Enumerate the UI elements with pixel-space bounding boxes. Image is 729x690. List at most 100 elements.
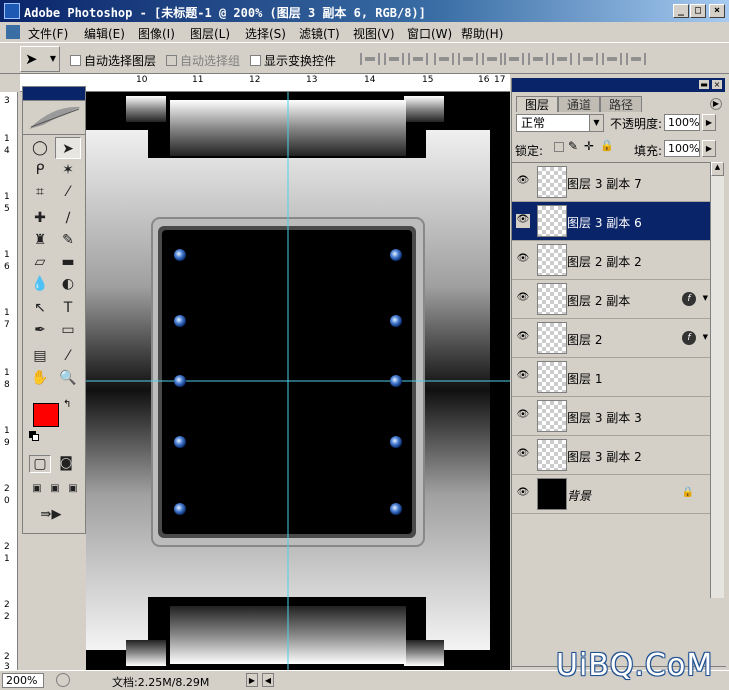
feather-logo-icon[interactable] [23,101,85,135]
marquee-tool-icon[interactable]: ◯ [27,137,53,159]
opacity-input[interactable]: 100% [664,114,700,131]
tab-layers[interactable]: 图层 [516,96,559,112]
eye-icon[interactable]: 👁 [516,214,530,228]
eye-icon[interactable]: 👁 [516,370,530,384]
brush-tool-icon[interactable]: ∕ [55,207,81,229]
menu-filter[interactable]: 滤镜(T) [299,25,340,42]
distribute-right-icon[interactable] [626,53,646,65]
toolbox-header[interactable] [23,87,85,101]
notes-tool-icon[interactable]: ▤ [27,345,53,367]
eye-icon[interactable]: 👁 [516,448,530,462]
lock-all-icon[interactable]: 🔒 [600,139,614,152]
screen-mode-full-icon[interactable]: ▣ [65,481,81,497]
zoom-input[interactable]: 200% [2,673,44,688]
panel-close-button[interactable]: × [712,80,722,89]
eye-icon[interactable]: 👁 [516,175,530,189]
lock-image-icon[interactable]: ✎ [568,139,578,153]
jump-to-imageready-icon[interactable]: ⇛▶ [31,505,71,525]
distribute-left-icon[interactable] [578,53,598,65]
layer-row[interactable]: 👁 图层 3 副本 7 [512,163,710,202]
status-icon[interactable] [56,673,70,687]
document-canvas[interactable] [86,92,510,670]
foreground-color-swatch[interactable] [33,403,59,427]
eye-icon[interactable]: 👁 [516,487,530,501]
dodge-tool-icon[interactable]: ◐ [55,273,81,295]
layers-scrollbar[interactable]: ▲ [710,162,724,598]
blend-mode-select[interactable]: 正常 ▼ [516,114,604,132]
eye-icon[interactable]: 👁 [516,292,530,306]
hand-tool-icon[interactable]: ✋ [27,367,53,389]
menu-edit[interactable]: 编辑(E) [84,25,125,42]
move-tool-icon[interactable]: ➤ [55,137,81,159]
zoom-tool-icon[interactable]: 🔍 [55,367,81,389]
eraser-tool-icon[interactable]: ▱ [27,251,53,273]
crop-tool-icon[interactable]: ⌗ [27,181,53,203]
scroll-up-icon[interactable]: ▲ [711,162,724,176]
menu-view[interactable]: 视图(V) [353,25,395,42]
pen-tool-icon[interactable]: ✒ [27,319,53,341]
layer-row[interactable]: 👁 图层 3 副本 2 [512,436,710,475]
standard-mode-icon[interactable]: ▢ [29,455,51,473]
fill-input[interactable]: 100% [664,140,700,157]
screen-mode-full-menu-icon[interactable]: ▣ [47,481,63,497]
align-bottom-icon[interactable] [408,53,428,65]
align-right-icon[interactable] [482,53,502,65]
layer-row[interactable]: 👁 图层 1 [512,358,710,397]
opacity-arrow-icon[interactable]: ▶ [702,114,716,131]
gradient-tool-icon[interactable]: ▬ [55,251,81,273]
menu-help[interactable]: 帮助(H) [461,25,503,42]
eye-icon[interactable]: 👁 [516,409,530,423]
history-brush-icon[interactable]: ✎ [55,229,81,251]
layer-row[interactable]: 👁 图层 2 副本 2 [512,241,710,280]
lock-position-icon[interactable]: ✛ [584,139,594,153]
clone-stamp-icon[interactable]: ♜ [27,229,53,251]
show-transform-checkbox[interactable]: 显示变换控件 [250,52,336,69]
maximize-button[interactable]: □ [690,4,706,18]
document-icon[interactable] [6,25,20,39]
slice-tool-icon[interactable]: ⁄ [55,181,81,203]
blur-tool-icon[interactable]: 💧 [27,273,53,295]
menu-window[interactable]: 窗口(W) [407,25,452,42]
distribute-hcenter-icon[interactable] [602,53,622,65]
lock-transparent-icon[interactable] [554,142,564,152]
panel-menu-icon[interactable]: ▶ [710,98,722,110]
distribute-top-icon[interactable] [504,53,524,65]
path-selection-icon[interactable]: ↖ [27,297,53,319]
distribute-vcenter-icon[interactable] [528,53,548,65]
shape-tool-icon[interactable]: ▭ [55,319,81,341]
default-colors-icon[interactable] [29,431,39,441]
scroll-left-icon[interactable]: ◀ [262,673,274,687]
close-button[interactable]: × [709,4,725,18]
minimize-button[interactable]: _ [673,4,689,18]
swap-colors-icon[interactable]: ↰ [63,399,71,410]
panel-minimize-button[interactable]: ▬ [699,80,709,89]
magic-wand-icon[interactable]: ✶ [55,159,81,181]
layer-effects-icon[interactable]: f [682,331,696,345]
align-vcenter-icon[interactable] [384,53,404,65]
status-menu-arrow-icon[interactable]: ▶ [246,673,258,687]
eyedropper-tool-icon[interactable]: ⁄ [55,345,81,367]
fill-arrow-icon[interactable]: ▶ [702,140,716,157]
align-top-icon[interactable] [360,53,380,65]
healing-brush-icon[interactable]: ✚ [27,207,53,229]
quick-mask-icon[interactable]: ◙ [55,455,77,473]
tab-channels[interactable]: 通道 [558,96,601,112]
chevron-down-icon[interactable]: ▼ [703,333,708,341]
layer-effects-icon[interactable]: f [682,292,696,306]
menu-layer[interactable]: 图层(L) [190,25,230,42]
distribute-bottom-icon[interactable] [552,53,572,65]
screen-mode-standard-icon[interactable]: ▣ [29,481,45,497]
layer-row[interactable]: 👁 图层 3 副本 3 [512,397,710,436]
align-hcenter-icon[interactable] [458,53,478,65]
layer-row[interactable]: 👁 图层 2 副本 f ▼ [512,280,710,319]
align-left-icon[interactable] [434,53,454,65]
panel-header[interactable]: ▬ × [512,78,725,92]
layer-row[interactable]: 👁 图层 2 f ▼ [512,319,710,358]
move-tool-preset-button[interactable]: ➤ ▼ [20,46,60,72]
layer-row[interactable]: 👁 图层 3 副本 6 [512,202,710,241]
auto-select-layer-checkbox[interactable]: 自动选择图层 [70,52,156,69]
auto-select-group-checkbox[interactable]: 自动选择组 [166,52,240,69]
layer-row[interactable]: 👁 背景 🔒 [512,475,710,514]
menu-image[interactable]: 图像(I) [138,25,175,42]
menu-select[interactable]: 选择(S) [245,25,286,42]
